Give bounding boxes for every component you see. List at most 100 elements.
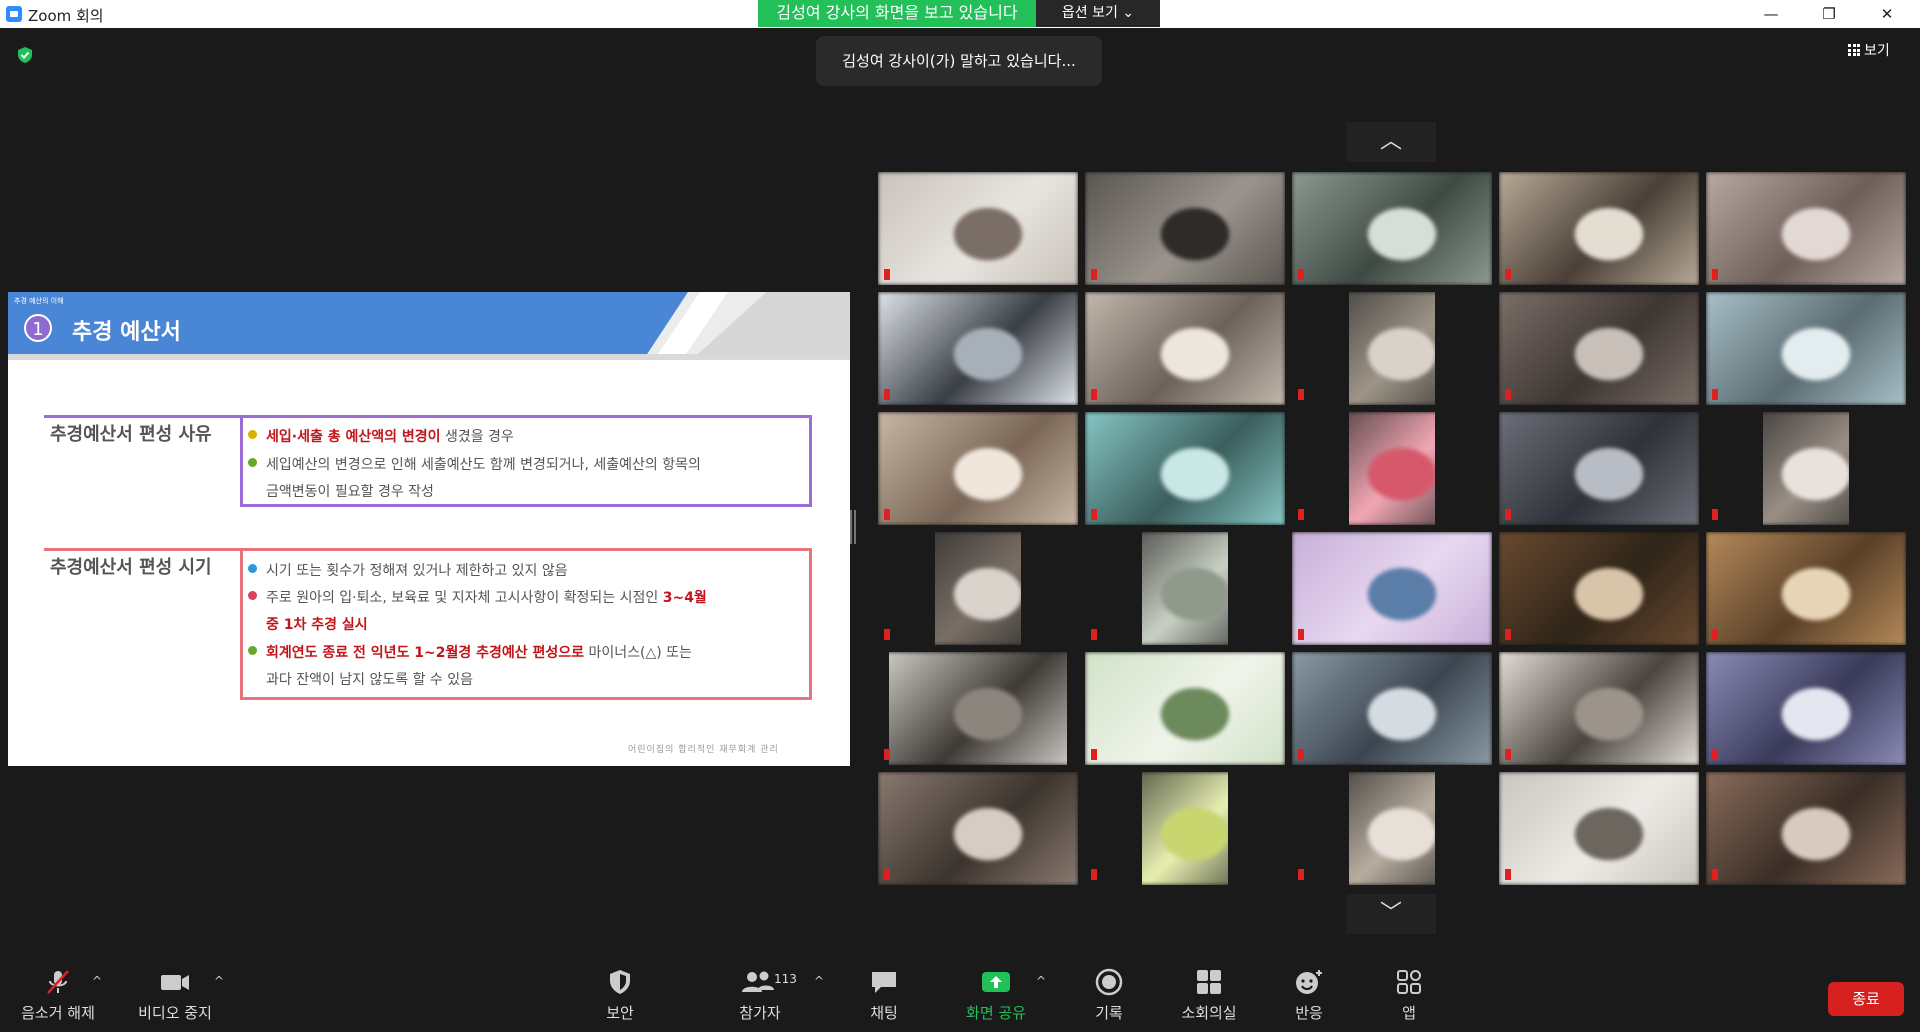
participant-name-mute-icon [1505,508,1637,522]
participant-video-tile[interactable] [1499,532,1699,645]
participant-video-tile[interactable] [1085,652,1285,765]
participant-video-tile[interactable] [1292,412,1492,525]
participant-video-tile[interactable] [1706,412,1906,525]
section2-line4: 회계연도 종료 전 익년도 1~2월경 추경예산 편성으로 마이너스(△) 또는 [248,642,692,662]
participants-count: 113 [774,972,797,986]
participant-name-mute-icon [1712,748,1844,762]
participant-name-mute-icon [1505,268,1637,282]
minimize-button[interactable]: — [1742,0,1800,28]
participant-name-mute-icon [1298,748,1430,762]
participant-video-tile[interactable] [1499,172,1699,285]
reactions-button[interactable]: 반응 [1284,968,1334,1023]
shield-icon [610,970,630,994]
participant-video-tile[interactable] [1499,772,1699,885]
video-camera-icon [161,975,189,990]
participant-video-tile[interactable] [1706,772,1906,885]
section2-line5: 과다 잔액이 남지 않도록 할 수 있음 [266,672,474,688]
bullet-dot [248,458,257,467]
participant-name-mute-icon [1712,628,1844,642]
view-button-label: 보기 [1864,43,1890,59]
participant-video-tile[interactable] [1292,532,1492,645]
bullet-dot [248,591,257,600]
breakout-rooms-button[interactable]: 소회의실 [1176,968,1242,1023]
participant-name-mute-icon [1505,748,1637,762]
splitter-handle[interactable] [850,510,856,544]
slide-title: 추경 예산서 [72,320,181,345]
participant-video-tile[interactable] [878,532,1078,645]
gallery-page-down-button[interactable]: ﹀ [1346,894,1436,934]
view-button[interactable]: 보기 [1848,40,1890,60]
participant-name-mute-icon [1712,868,1844,882]
participant-video-tile[interactable] [1706,172,1906,285]
participant-name-mute-icon [1712,388,1844,402]
gallery-page-up-button[interactable]: ︿ [1346,122,1436,162]
record-button[interactable]: 기록 [1084,968,1134,1023]
share-options-caret[interactable]: ^ [1036,974,1046,988]
chat-button[interactable]: 채팅 [858,968,910,1023]
emoji-reaction-icon [1296,970,1322,994]
restore-button[interactable]: ❐ [1800,0,1858,28]
participant-name-mute-icon [1091,508,1223,522]
participant-video-tile[interactable] [1085,532,1285,645]
microphone-muted-icon [47,970,69,994]
section2-line2: 주로 원아의 입·퇴소, 보육료 및 지자체 고시사항이 확정되는 시점인 3~… [248,587,707,607]
slide-footer: 어린이집의 합리적인 재무회계 관리 [628,745,779,755]
participant-video-tile[interactable] [1499,652,1699,765]
participant-name-mute-icon [1298,508,1430,522]
video-options-caret[interactable]: ^ [214,974,224,988]
end-meeting-button[interactable]: 종료 [1828,982,1904,1016]
participant-video-tile[interactable] [1292,772,1492,885]
participant-video-tile[interactable] [878,652,1078,765]
section1-line1: 세입·세출 총 예산액의 변경이 생겼을 경우 [248,426,514,446]
participant-video-tile[interactable] [1499,412,1699,525]
participant-video-tile[interactable] [1292,652,1492,765]
participant-video-tile[interactable] [1085,292,1285,405]
title-bar: Zoom 회의 김성여 강사의 화면을 보고 있습니다 옵션 보기 ⌄ — ❐ … [0,0,1920,28]
participants-options-caret[interactable]: ^ [814,974,824,988]
unmute-button[interactable]: 음소거 해제 [14,968,102,1023]
participant-name-mute-icon [1091,388,1223,402]
section1-line3: 금액변동이 필요할 경우 작성 [266,484,434,500]
view-options-button[interactable]: 옵션 보기 ⌄ [1036,0,1160,27]
section2-line1: 시기 또는 횟수가 정해져 있거나 제한하고 있지 않음 [248,560,568,580]
screen-share-banner: 김성여 강사의 화면을 보고 있습니다 [758,0,1036,27]
participant-name-mute-icon [884,628,1016,642]
participant-video-tile[interactable] [1085,412,1285,525]
slide-small-label: 추경 예산의 이해 [14,297,64,305]
participant-name-mute-icon [1712,508,1844,522]
participant-name-mute-icon [1712,268,1844,282]
participant-name-mute-icon [1091,748,1223,762]
participant-video-tile[interactable] [1085,772,1285,885]
share-screen-button[interactable]: 화면 공유 [956,968,1036,1023]
close-button[interactable]: ✕ [1858,0,1916,28]
active-speaker-notice: 김성여 강사이(가) 말하고 있습니다... [816,36,1102,86]
security-button[interactable]: 보안 [590,968,650,1023]
participant-name-mute-icon [1505,388,1637,402]
apps-button[interactable]: 앱 [1394,968,1424,1023]
slide-number-badge: 1 [24,314,52,342]
section1-line2: 세입예산의 변경으로 인해 세출예산도 함께 변경되거나, 세출예산의 항목의 [248,454,701,474]
participant-video-tile[interactable] [1292,292,1492,405]
participant-name-mute-icon [1505,628,1637,642]
record-icon [1095,968,1123,996]
encryption-shield-icon[interactable] [16,46,34,64]
participant-video-tile[interactable] [1085,172,1285,285]
participant-name-mute-icon [884,268,1016,282]
participant-name-mute-icon [1298,868,1430,882]
participant-video-tile[interactable] [1706,652,1906,765]
participant-video-tile[interactable] [1499,292,1699,405]
participant-name-mute-icon [1298,388,1430,402]
participant-video-tile[interactable] [1706,292,1906,405]
participant-video-tile[interactable] [878,292,1078,405]
breakout-rooms-icon [1197,970,1221,994]
audio-options-caret[interactable]: ^ [92,974,102,988]
participant-video-tile[interactable] [878,412,1078,525]
participant-name-mute-icon [884,868,1016,882]
participant-video-tile[interactable] [1706,532,1906,645]
participant-video-tile[interactable] [1292,172,1492,285]
participant-video-tile[interactable] [878,172,1078,285]
participant-name-mute-icon [1505,868,1637,882]
stop-video-button[interactable]: 비디오 중지 [130,968,220,1023]
participant-video-tile[interactable] [878,772,1078,885]
bullet-dot [248,646,257,655]
